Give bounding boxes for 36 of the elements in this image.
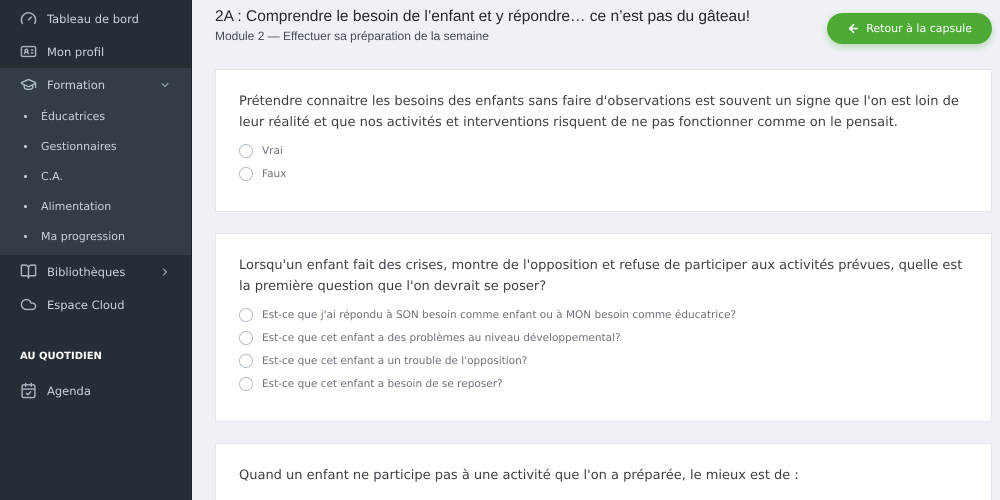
sidebar-subitem[interactable]: Éducatrices	[0, 101, 191, 131]
question-text: Prétendre connaitre les besoins des enfants sans faire d'observations est souvent un signe que l'on est loin de leur réalité et que nos activités et interventions risquent de ne pas fonctionner comme on le pensait.	[239, 93, 960, 132]
radio-button[interactable]	[239, 144, 253, 158]
radio-button[interactable]	[239, 308, 253, 322]
answer-option[interactable]: Est-ce que j'ai répondu à SON besoin comme enfant ou à MON besoin comme éducatrice?	[239, 303, 968, 326]
sidebar-item[interactable]: Tableau de bord	[0, 2, 191, 35]
sidebar-item[interactable]: Formation	[0, 68, 191, 101]
radio-button[interactable]	[239, 376, 253, 390]
question-text: Quand un enfant ne participe pas à une activité que l'on a préparée, le mieux est de :	[239, 467, 800, 485]
book-icon	[20, 263, 37, 280]
id-card-icon	[20, 43, 37, 60]
cloud-icon	[20, 296, 37, 313]
gauge-icon	[20, 10, 37, 27]
sidebar-subitem[interactable]: Gestionnaires	[0, 131, 191, 161]
section-heading: AU QUOTIDIEN	[19, 350, 103, 364]
answer-option[interactable]: Est-ce que cet enfant a un trouble de l'opposition?	[239, 349, 968, 372]
sidebar-subitem[interactable]: Alimentation	[0, 191, 191, 221]
radio-button[interactable]	[239, 330, 253, 344]
answer-option[interactable]: Est-ce que cet enfant a besoin de se reposer?	[239, 372, 968, 395]
answer-option[interactable]: Faux	[239, 162, 968, 185]
page-subtitle: Module 2 — Effectuer sa préparation de la semaine	[215, 29, 490, 43]
radio-button[interactable]	[239, 166, 253, 180]
sidebar-item[interactable]: Bibliothèques	[0, 255, 191, 288]
calendar-icon	[20, 382, 37, 399]
arrow-left-icon	[847, 22, 860, 35]
question-text: Lorsqu'un enfant fait des crises, montre de l'opposition et refuse de participer aux activités prévues, quelle est la première question que l'on devrait se poser?	[239, 257, 964, 296]
sidebar-item[interactable]: Espace Cloud	[0, 288, 191, 321]
sidebar-item[interactable]: Agenda	[0, 374, 191, 407]
answer-option[interactable]: Vrai	[239, 139, 968, 162]
sidebar-subitem[interactable]: C.A.	[0, 161, 191, 191]
page-title: 2A : Comprendre le besoin de l’enfant et y répondre… ce n’est pas du gâteau!	[215, 8, 750, 26]
graduation-cap-icon	[20, 76, 37, 93]
radio-button[interactable]	[239, 354, 253, 368]
sidebar-subitem[interactable]: Ma progression	[0, 221, 191, 251]
answer-option[interactable]: Est-ce que cet enfant a des problèmes au niveau développemental?	[239, 326, 968, 349]
sidebar-item[interactable]: Mon profil	[0, 35, 191, 68]
